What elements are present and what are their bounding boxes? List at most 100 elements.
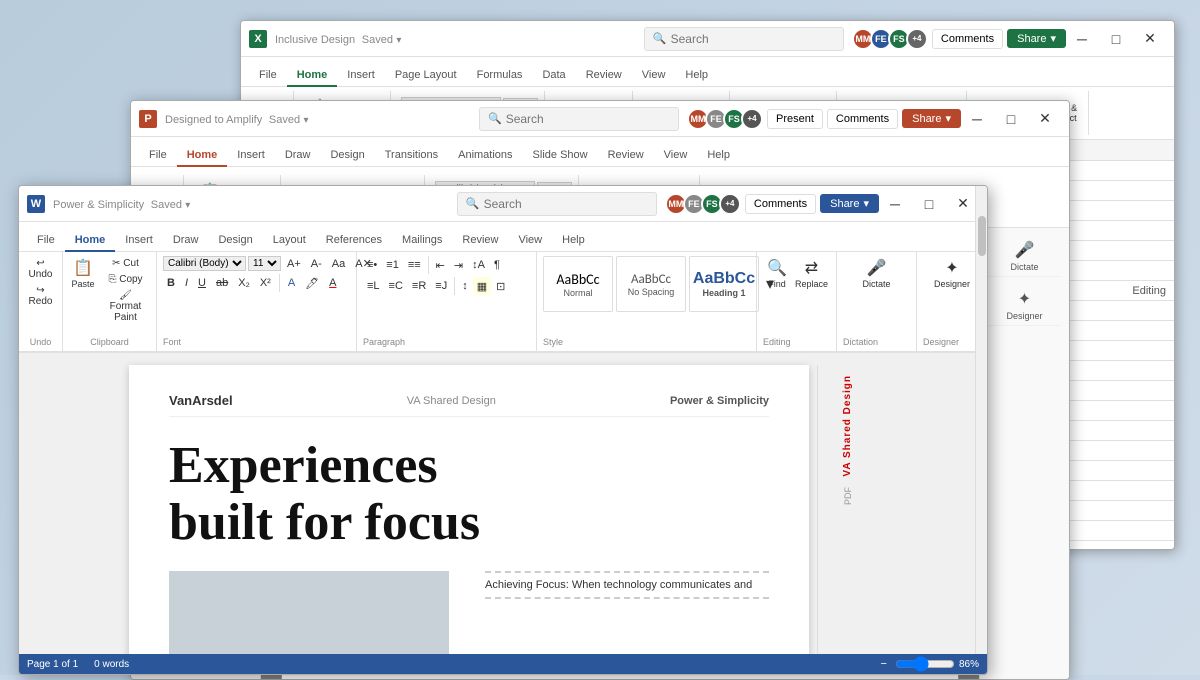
word-highlight-button[interactable]: 🖊 [301,276,323,291]
word-search-box[interactable]: 🔍 [457,192,657,216]
word-tab-view[interactable]: View [508,230,552,252]
excel-tab-home[interactable]: Home [287,65,338,87]
word-scrollbar[interactable] [975,186,987,654]
style-normal[interactable]: AaBbCc Normal [543,256,613,312]
ppt-present-button[interactable]: Present [767,109,823,129]
ppt-comments-button[interactable]: Comments [827,109,898,129]
word-scrollbar-thumb[interactable] [978,216,986,256]
word-underline-button[interactable]: U [194,276,210,290]
word-numbering-button[interactable]: ≡1 [382,256,403,274]
word-multilevel-button[interactable]: ≡≡ [404,256,425,274]
word-tab-help[interactable]: Help [552,230,595,252]
ppt-tab-transitions[interactable]: Transitions [375,145,448,167]
word-italic-button[interactable]: I [181,276,192,290]
excel-comments-button[interactable]: Comments [932,29,1003,49]
word-find-button[interactable]: 🔍Find [763,256,791,291]
ppt-maximize-button[interactable]: □ [995,105,1027,133]
word-tab-design[interactable]: Design [208,230,262,252]
word-replace-button[interactable]: ⇄Replace [793,256,830,291]
excel-minimize-button[interactable]: ─ [1066,25,1098,53]
word-align-right-button[interactable]: ≡R [408,277,430,295]
ppt-close-button[interactable]: ✕ [1029,105,1061,133]
word-bullets-button[interactable]: ≡• [363,256,381,274]
excel-tab-review[interactable]: Review [576,65,632,87]
word-tab-mailings[interactable]: Mailings [392,230,452,252]
word-minimize-button[interactable]: ─ [879,190,911,218]
ppt-tab-help[interactable]: Help [697,145,740,167]
excel-close-button[interactable]: ✕ [1134,25,1166,53]
excel-share-button[interactable]: Share ▾ [1007,29,1066,48]
word-undo-button[interactable]: ↩ Undo [24,256,58,282]
word-increase-indent-button[interactable]: ⇥ [450,256,467,274]
ppt-tab-design[interactable]: Design [320,145,374,167]
word-tab-references[interactable]: References [316,230,392,252]
excel-tab-view[interactable]: View [632,65,676,87]
excel-tab-help[interactable]: Help [675,65,718,87]
ppt-tab-slide-show[interactable]: Slide Show [523,145,598,167]
style-heading1[interactable]: AaBbCc Heading 1 [689,256,759,312]
excel-tab-file[interactable]: File [249,65,287,87]
word-show-formatting-button[interactable]: ¶ [490,256,504,274]
word-maximize-button[interactable]: □ [913,190,945,218]
word-copy-button[interactable]: ⎘ Copy [101,272,150,287]
excel-tab-data[interactable]: Data [532,65,575,87]
ppt-tab-home[interactable]: Home [177,145,228,167]
word-comments-button[interactable]: Comments [745,194,816,214]
word-font-color-button[interactable]: A [325,276,340,290]
word-superscript-button[interactable]: X² [256,276,275,290]
word-decrease-indent-button[interactable]: ⇤ [432,256,449,274]
word-strikethrough-button[interactable]: ab [212,276,232,290]
word-borders-button[interactable]: ⊡ [492,277,509,295]
word-align-center-button[interactable]: ≡C [385,277,407,295]
ppt-search-box[interactable]: 🔍 [479,107,679,131]
ppt-designer-tool[interactable]: ✦ Designer [988,285,1061,326]
ppt-tab-draw[interactable]: Draw [275,145,321,167]
word-tab-file[interactable]: File [27,230,65,252]
excel-search-box[interactable]: 🔍 [644,27,844,51]
word-bold-button[interactable]: B [163,276,179,290]
word-search-input[interactable] [484,197,648,211]
ppt-minimize-button[interactable]: ─ [961,105,993,133]
word-zoom-out-button[interactable]: − [877,657,891,671]
excel-tab-formulas[interactable]: Formulas [467,65,533,87]
word-format-paint-button[interactable]: 🖌 Format Paint [101,288,150,325]
word-tab-insert[interactable]: Insert [115,230,163,252]
ppt-share-button[interactable]: Share ▾ [902,109,961,128]
ppt-tab-animations[interactable]: Animations [448,145,522,167]
word-font-shrink-button[interactable]: A- [307,257,326,271]
word-align-left-button[interactable]: ≡L [363,277,384,295]
word-tab-layout[interactable]: Layout [263,230,316,252]
word-font-case-button[interactable]: Aa [328,257,349,271]
word-text-effects-button[interactable]: A [284,276,299,290]
style-no-spacing[interactable]: AaBbCc No Spacing [616,256,686,312]
excel-tab-insert[interactable]: Insert [337,65,385,87]
word-window: W Power & Simplicity Saved ▾ 🔍 MM FE FS … [18,185,988,675]
word-dictate-button[interactable]: 🎤Dictate [843,256,910,291]
ppt-tab-review[interactable]: Review [598,145,654,167]
word-zoom-slider[interactable] [895,656,955,672]
ppt-tab-file[interactable]: File [139,145,177,167]
word-share-button[interactable]: Share ▾ [820,194,879,213]
excel-maximize-button[interactable]: □ [1100,25,1132,53]
word-redo-button[interactable]: ↪ Redo [24,283,58,309]
excel-tab-page-layout[interactable]: Page Layout [385,65,467,87]
word-font-grow-button[interactable]: A+ [283,257,305,271]
word-font-size-selector[interactable]: 11 [248,256,281,271]
word-justify-button[interactable]: ≡J [431,277,451,295]
word-line-spacing-button[interactable]: ↕ [458,277,472,295]
word-tab-home[interactable]: Home [65,230,116,252]
ppt-tab-insert[interactable]: Insert [227,145,275,167]
word-paste-button[interactable]: 📋Paste [69,256,97,291]
word-shading-button[interactable]: ▦ [473,277,491,295]
word-designer-button[interactable]: ✦Designer [923,256,981,291]
ppt-search-input[interactable] [506,112,670,126]
word-cut-button[interactable]: ✂ Cut [101,256,150,271]
word-font-selector[interactable]: Calibri (Body) [163,256,246,271]
word-sort-button[interactable]: ↕A [468,256,489,274]
ppt-tab-view[interactable]: View [654,145,698,167]
ppt-dictate-tool[interactable]: 🎤 Dictate [988,236,1061,277]
word-tab-draw[interactable]: Draw [163,230,209,252]
word-subscript-button[interactable]: X₂ [234,276,254,290]
word-tab-review[interactable]: Review [452,230,508,252]
excel-search-input[interactable] [671,32,835,46]
